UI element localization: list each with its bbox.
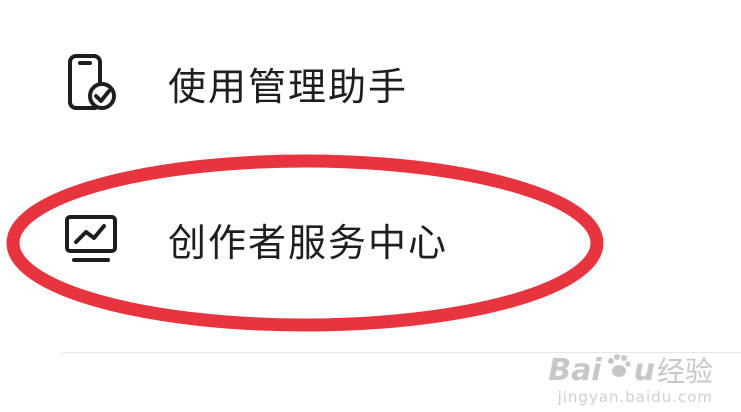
phone-check-icon <box>66 53 126 113</box>
watermark-brand-latin-1: Bai <box>548 352 602 388</box>
menu-item-usage-assistant[interactable]: 使用管理助手 <box>60 48 408 118</box>
watermark-brand: Bai u 经验 <box>548 350 713 390</box>
watermark-brand-latin-2: u <box>633 352 655 388</box>
menu-item-creator-service-center[interactable]: 创作者服务中心 <box>60 204 448 274</box>
baidu-jingyan-watermark: Bai u 经验 jingyan.baidu.com <box>548 350 713 407</box>
menu-item-label: 创作者服务中心 <box>168 220 449 265</box>
settings-screen: 使用管理助手 创作者服务中心 Bai u 经验 jingyan.baidu.co… <box>0 0 741 412</box>
paw-icon <box>604 352 632 388</box>
watermark-url: jingyan.baidu.com <box>557 388 713 406</box>
watermark-brand-cn: 经验 <box>656 355 713 388</box>
menu-item-label: 使用管理助手 <box>168 64 409 109</box>
monitor-chart-icon <box>64 214 128 264</box>
